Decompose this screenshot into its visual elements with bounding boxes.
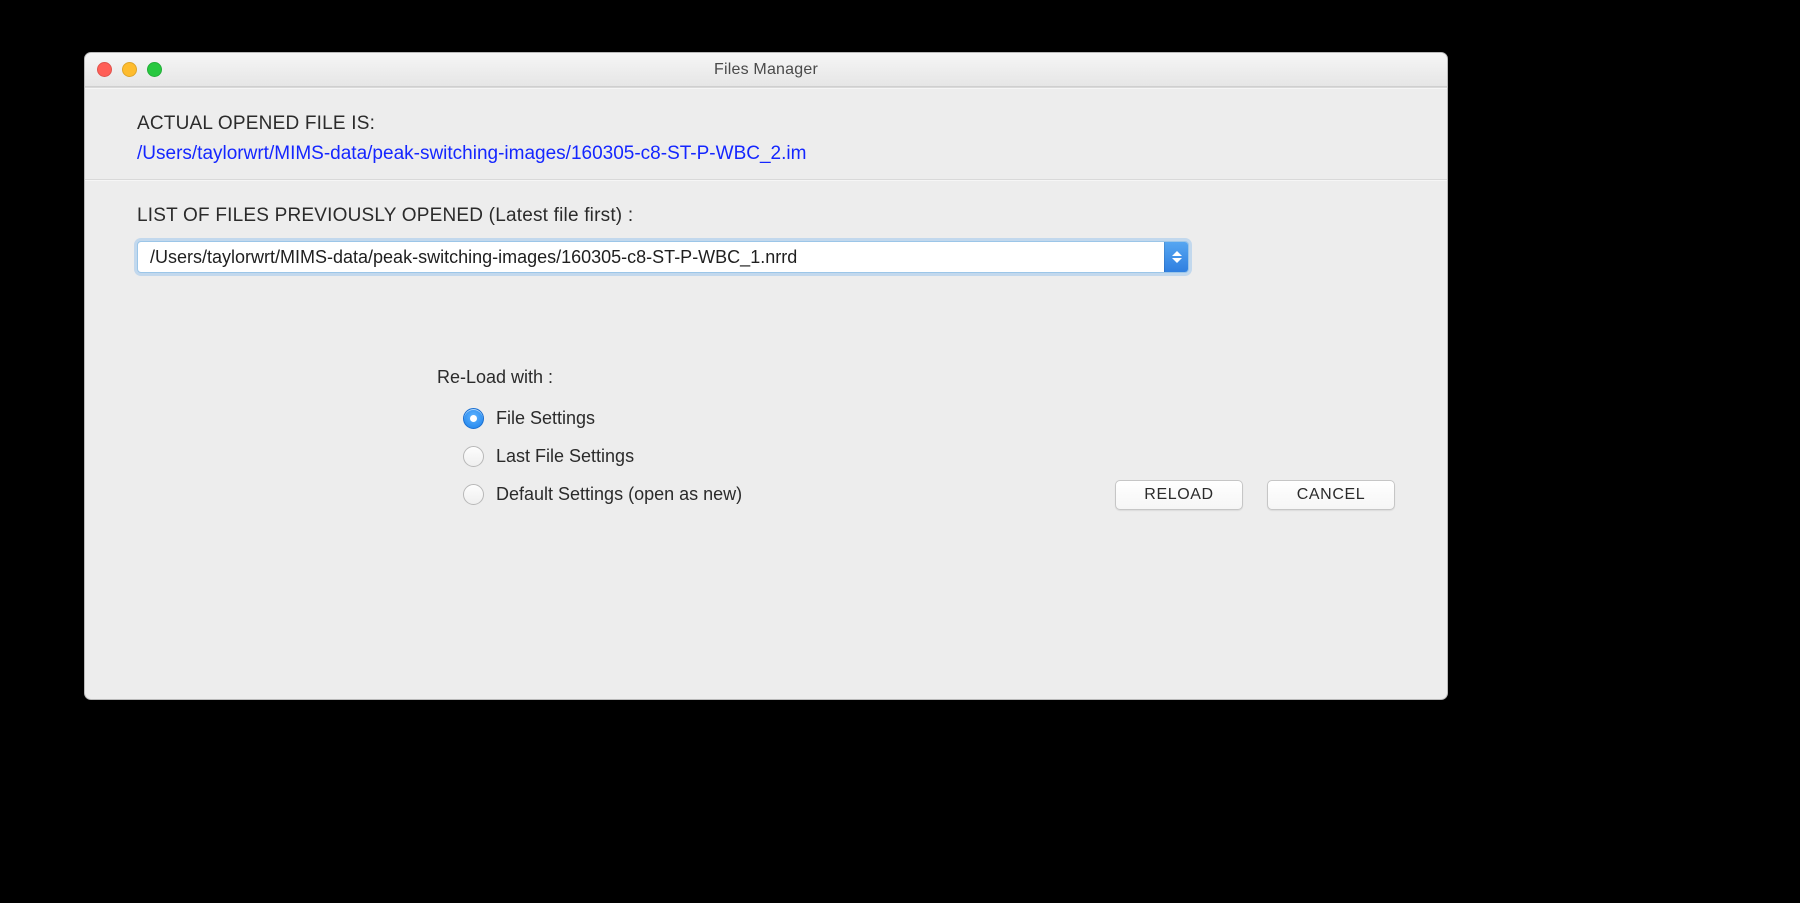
previous-files-section: LIST OF FILES PREVIOUSLY OPENED (Latest … bbox=[85, 181, 1447, 287]
reload-button[interactable]: RELOAD bbox=[1115, 480, 1243, 510]
combobox-stepper[interactable] bbox=[1164, 242, 1188, 272]
window-title: Files Manager bbox=[714, 61, 818, 79]
opened-file-section: ACTUAL OPENED FILE IS: /Users/taylorwrt/… bbox=[85, 89, 1447, 179]
content: ACTUAL OPENED FILE IS: /Users/taylorwrt/… bbox=[85, 87, 1447, 544]
cancel-button[interactable]: CANCEL bbox=[1267, 480, 1395, 510]
radio-icon bbox=[463, 446, 484, 467]
reload-section: Re-Load with : File Settings Last File S… bbox=[85, 287, 1447, 526]
radio-label: File Settings bbox=[496, 408, 595, 429]
reload-options-group: Re-Load with : File Settings Last File S… bbox=[437, 367, 742, 516]
radio-label: Last File Settings bbox=[496, 446, 634, 467]
radio-label: Default Settings (open as new) bbox=[496, 484, 742, 505]
window-controls bbox=[97, 62, 162, 77]
opened-file-heading: ACTUAL OPENED FILE IS: bbox=[137, 113, 1395, 135]
titlebar[interactable]: Files Manager bbox=[85, 53, 1447, 87]
radio-option-last-file-settings[interactable]: Last File Settings bbox=[463, 440, 742, 472]
chevron-down-icon bbox=[1172, 258, 1182, 263]
maximize-window-button[interactable] bbox=[147, 62, 162, 77]
opened-file-path[interactable]: /Users/taylorwrt/MIMS-data/peak-switchin… bbox=[137, 143, 806, 165]
radio-icon bbox=[463, 484, 484, 505]
previous-files-heading: LIST OF FILES PREVIOUSLY OPENED (Latest … bbox=[137, 205, 1395, 227]
chevron-up-icon bbox=[1172, 251, 1182, 256]
radio-icon bbox=[463, 408, 484, 429]
radio-option-file-settings[interactable]: File Settings bbox=[463, 402, 742, 434]
action-buttons: RELOAD CANCEL bbox=[1115, 480, 1395, 516]
files-manager-window: Files Manager ACTUAL OPENED FILE IS: /Us… bbox=[84, 52, 1448, 700]
previous-files-selected: /Users/taylorwrt/MIMS-data/peak-switchin… bbox=[138, 247, 1164, 268]
radio-option-default-settings[interactable]: Default Settings (open as new) bbox=[463, 478, 742, 510]
minimize-window-button[interactable] bbox=[122, 62, 137, 77]
reload-group-label: Re-Load with : bbox=[437, 367, 742, 388]
close-window-button[interactable] bbox=[97, 62, 112, 77]
previous-files-combobox[interactable]: /Users/taylorwrt/MIMS-data/peak-switchin… bbox=[137, 241, 1189, 273]
